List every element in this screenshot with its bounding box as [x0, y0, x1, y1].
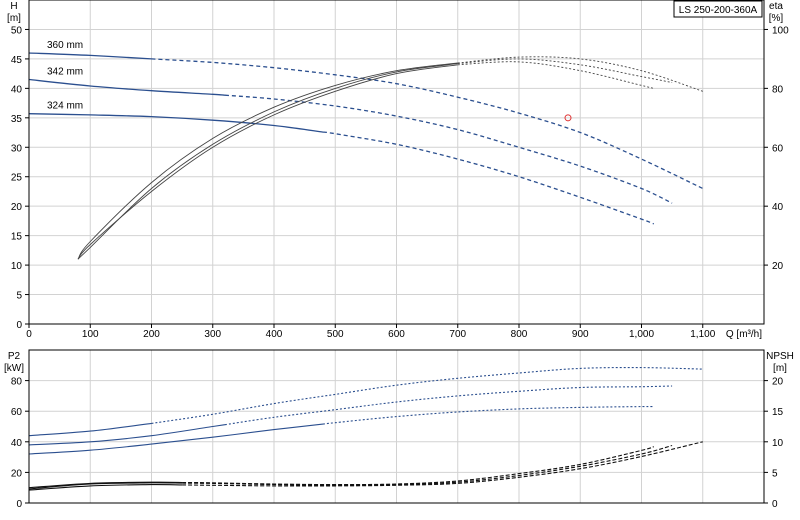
top-y-tick-label: 25	[11, 173, 23, 184]
top-x-tick-label: 100	[82, 329, 99, 340]
pump-performance-chart: 0 100 200 300 400 500 600 700 800 900 1,000 1,100 0 5…	[0, 0, 800, 520]
top-right-axis-unit: [%]	[769, 13, 784, 24]
top-right-tick-label: 100	[772, 25, 789, 36]
efficiency-curve-solid	[77, 64, 458, 260]
top-x-tick-label: 500	[327, 329, 344, 340]
bottom-right-tick-label: 10	[772, 438, 784, 449]
top-y-tick-label: 0	[16, 320, 22, 331]
top-x-tick-label: 700	[449, 329, 466, 340]
top-x-tick-label: 900	[572, 329, 589, 340]
top-right-axis-label: eta	[769, 1, 783, 12]
top-y-tick-label: 10	[11, 261, 23, 272]
head-curve-label: 360 mm	[47, 40, 83, 51]
bottom-y-tick-label: 40	[11, 438, 23, 449]
top-right-tick-label: 40	[772, 202, 784, 213]
bottom-right-tick-label: 5	[772, 468, 778, 479]
top-x-tick-label: 0	[26, 329, 32, 340]
top-y-tick-label: 35	[11, 114, 23, 125]
head-curve-solid	[28, 113, 324, 133]
top-x-tick-label: 1,100	[690, 329, 715, 340]
bottom-right-tick-label: 15	[772, 407, 784, 418]
top-x-tick-label: 200	[143, 329, 160, 340]
bottom-right-tick-label: 0	[772, 499, 778, 510]
top-x-tick-label: 1,000	[629, 329, 654, 340]
head-curve-solid	[28, 78, 226, 96]
power-curve-dotted	[151, 367, 703, 424]
top-right-tick-label: 80	[772, 84, 784, 95]
top-y-tick-label: 45	[11, 55, 23, 66]
top-y-tick-label: 20	[11, 202, 23, 213]
top-y-axis-label: H	[10, 1, 17, 12]
top-y-tick-label: 30	[11, 143, 23, 154]
bottom-y-tick-label: 80	[11, 377, 23, 388]
top-x-tick-label: 600	[388, 329, 405, 340]
head-curve-dashed	[151, 58, 704, 190]
top-x-tick-label: 800	[511, 329, 528, 340]
top-x-tick-label: 400	[266, 329, 283, 340]
power-curve-solid	[28, 423, 324, 455]
efficiency-curve-dotted	[457, 61, 654, 89]
chart-canvas: 0 100 200 300 400 500 600 700 800 900 1,000 1,10005…	[4, 0, 794, 510]
chart-title: LS 250-200-360A	[679, 5, 758, 16]
top-right-tick-label: 60	[772, 143, 784, 154]
bottom-right-axis-label: NPSH	[766, 351, 794, 362]
bottom-right-tick-label: 20	[772, 377, 784, 388]
efficiency-curve-solid	[77, 62, 458, 260]
bottom-y-tick-label: 0	[16, 499, 22, 510]
top-x-tick-label: 300	[204, 329, 221, 340]
top-y-tick-label: 50	[11, 25, 23, 36]
power-curve-dotted	[322, 406, 654, 425]
bottom-right-axis-unit: [m]	[773, 363, 787, 374]
bottom-y-tick-label: 60	[11, 407, 23, 418]
top-y-tick-label: 5	[16, 291, 22, 302]
top-y-axis-unit: [m]	[7, 13, 21, 24]
head-curve-dashed	[224, 94, 673, 204]
efficiency-curve-solid	[77, 63, 458, 260]
power-curve-dotted	[224, 385, 673, 426]
npsh-curve-dashed	[182, 441, 703, 487]
head-curve-dashed	[322, 131, 655, 225]
top-x-axis-label: Q [m³/h]	[726, 329, 762, 340]
top-y-tick-label: 15	[11, 232, 23, 243]
head-curve-label: 324 mm	[47, 101, 83, 112]
bottom-y-axis-label: P2	[8, 351, 21, 362]
bottom-y-tick-label: 20	[11, 468, 23, 479]
top-right-tick-label: 20	[772, 261, 784, 272]
head-curve-label: 342 mm	[47, 67, 83, 78]
top-y-tick-label: 40	[11, 84, 23, 95]
bottom-y-axis-unit: [kW]	[4, 363, 24, 374]
